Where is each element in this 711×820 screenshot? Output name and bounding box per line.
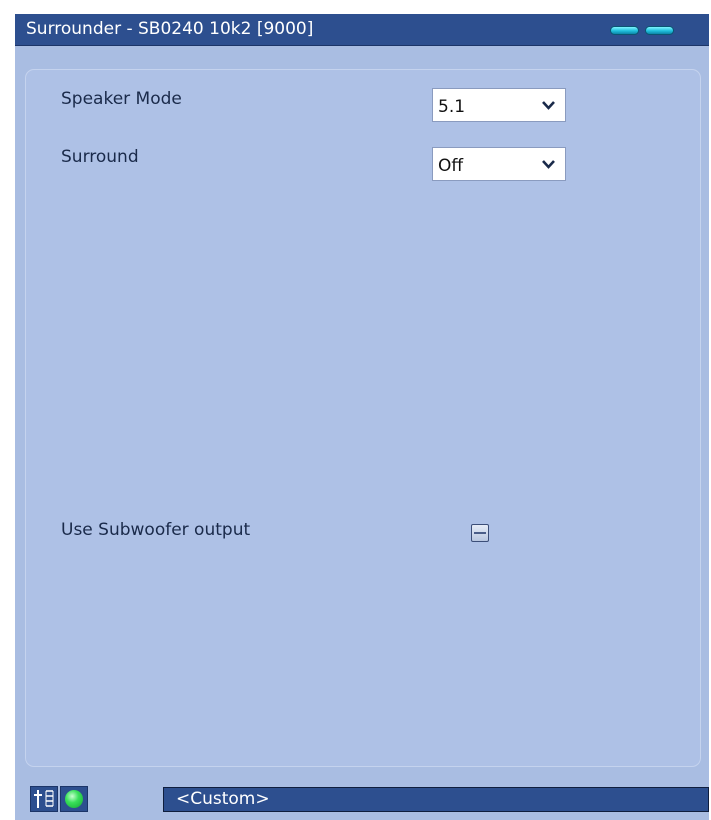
speaker-mode-label: Speaker Mode bbox=[61, 89, 182, 109]
surround-label: Surround bbox=[61, 147, 139, 167]
mixer-icon[interactable] bbox=[30, 786, 58, 812]
surrounder-window: Surrounder - SB0240 10k2 [9000] Speaker … bbox=[15, 14, 709, 820]
window-title: Surrounder - SB0240 10k2 [9000] bbox=[26, 19, 314, 39]
settings-panel bbox=[25, 69, 701, 767]
preset-name: <Custom> bbox=[176, 789, 270, 809]
subwoofer-checkbox[interactable] bbox=[471, 524, 489, 542]
title-bar[interactable]: Surrounder - SB0240 10k2 [9000] bbox=[15, 14, 709, 46]
status-led-icon bbox=[60, 786, 88, 812]
chevron-down-icon[interactable] bbox=[532, 148, 565, 180]
surround-value: Off bbox=[438, 156, 464, 176]
chevron-down-icon[interactable] bbox=[532, 89, 565, 121]
speaker-mode-select[interactable]: 5.1 bbox=[432, 88, 566, 122]
surround-select[interactable]: Off bbox=[432, 147, 566, 181]
subwoofer-label: Use Subwoofer output bbox=[61, 520, 251, 540]
preset-name-field[interactable]: <Custom> bbox=[163, 787, 709, 812]
minimize-icon[interactable] bbox=[610, 26, 639, 35]
speaker-mode-value: 5.1 bbox=[438, 97, 466, 117]
close-icon[interactable] bbox=[645, 26, 674, 35]
status-bar: <Custom> bbox=[15, 778, 709, 820]
